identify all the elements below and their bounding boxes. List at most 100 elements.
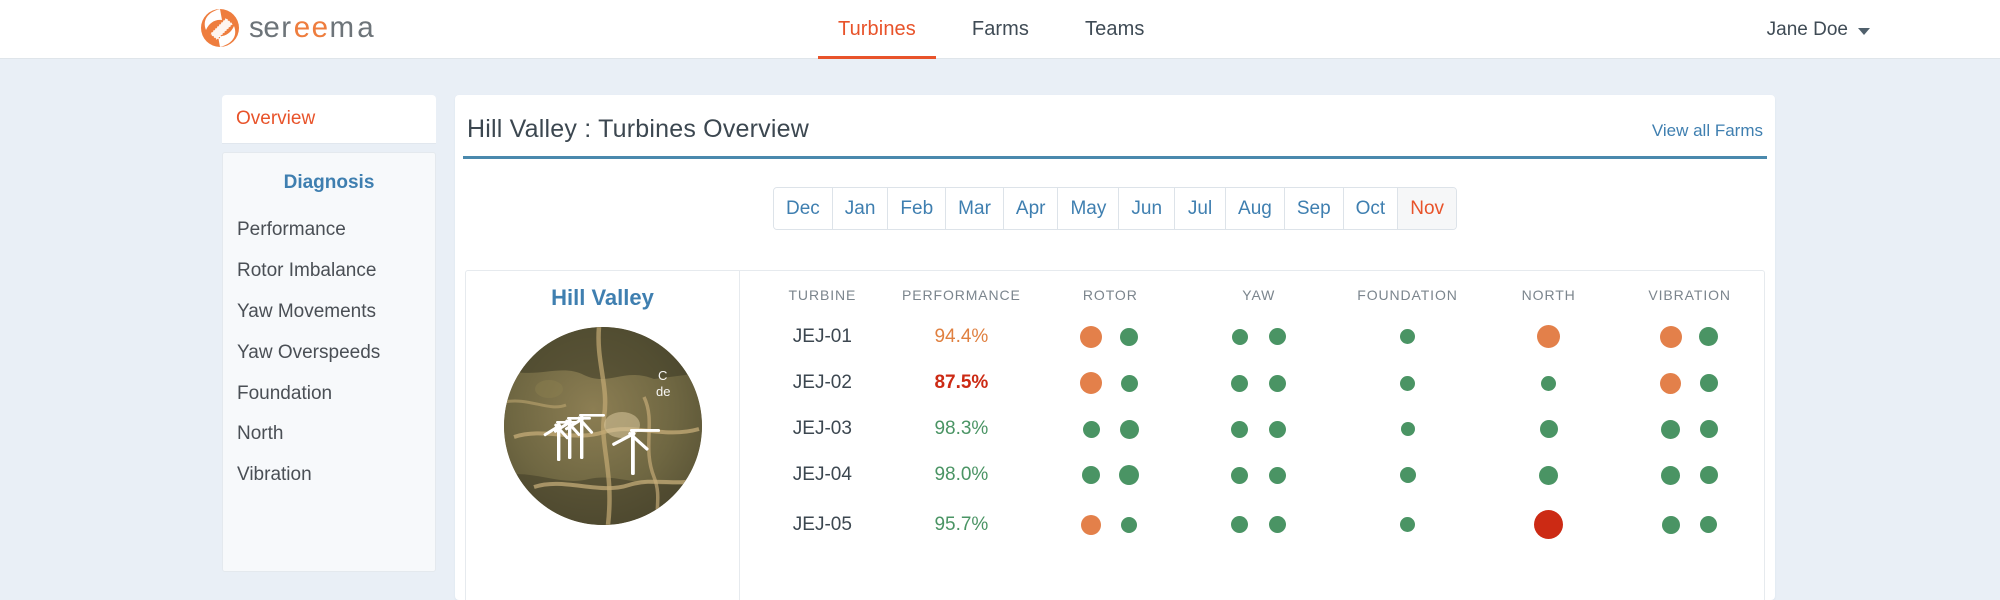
table-row[interactable]: JEJ-01 94.4%	[758, 325, 1764, 372]
table-row[interactable]: JEJ-05 95.7%	[758, 510, 1764, 563]
sidebar-item-performance[interactable]: Performance	[223, 210, 435, 251]
status-dot-orange[interactable]	[1080, 372, 1103, 394]
status-dot-orange[interactable]	[1659, 325, 1682, 348]
status-dot-green[interactable]	[1400, 422, 1415, 436]
status-dot-green[interactable]	[1699, 374, 1718, 392]
user-menu[interactable]: Jane Doe	[1767, 0, 1870, 59]
cell-turbine[interactable]: JEJ-03	[758, 418, 887, 464]
cell-turbine[interactable]: JEJ-05	[758, 510, 887, 563]
status-dot-green[interactable]	[1269, 420, 1287, 438]
month-tab-sep[interactable]: Sep	[1284, 188, 1344, 229]
cell-yaw	[1185, 325, 1333, 372]
view-all-farms-link[interactable]: View all Farms	[1652, 121, 1763, 144]
status-dot-green[interactable]	[1700, 516, 1718, 533]
sidebar-item-rotor-imbalance[interactable]: Rotor Imbalance	[223, 251, 435, 292]
status-dot-green[interactable]	[1082, 420, 1100, 438]
month-tab-dec[interactable]: Dec	[773, 188, 833, 229]
month-tab-jan[interactable]: Jan	[832, 188, 889, 229]
status-dot-group-rotor	[1036, 465, 1184, 485]
status-dot-green[interactable]	[1539, 420, 1558, 438]
nav-item-teams[interactable]: Teams	[1057, 0, 1172, 59]
status-dot-orange[interactable]	[1660, 372, 1682, 394]
farm-name-link[interactable]: Hill Valley	[466, 285, 739, 311]
status-dot-green[interactable]	[1121, 516, 1138, 533]
status-dot-green[interactable]	[1699, 420, 1718, 438]
status-dot-green[interactable]	[1541, 375, 1557, 391]
status-dot-green[interactable]	[1120, 374, 1138, 392]
month-label-jul: Jul	[1187, 197, 1213, 219]
month-tab-may[interactable]: May	[1058, 188, 1120, 229]
status-dot-green[interactable]	[1119, 465, 1140, 485]
column-header-foundation: FOUNDATION	[1357, 287, 1458, 303]
nav-item-farms[interactable]: Farms	[944, 0, 1057, 59]
table-row[interactable]: JEJ-03 98.3%	[758, 418, 1764, 464]
status-dot-slot	[1690, 420, 1728, 438]
month-tab-oct[interactable]: Oct	[1343, 188, 1399, 229]
status-dot-orange[interactable]	[1537, 325, 1561, 348]
status-dot-green[interactable]	[1400, 329, 1415, 344]
month-tab-jul[interactable]: Jul	[1175, 188, 1227, 229]
status-dot-green[interactable]	[1661, 419, 1681, 439]
cell-yaw	[1185, 372, 1333, 418]
cell-turbine[interactable]: JEJ-04	[758, 464, 887, 510]
status-dot-green[interactable]	[1231, 328, 1248, 345]
status-dot-green[interactable]	[1661, 465, 1681, 485]
month-tab-nov[interactable]: Nov	[1398, 188, 1457, 229]
month-tab-jun[interactable]: Jun	[1119, 188, 1176, 229]
status-dot-red[interactable]	[1534, 510, 1564, 539]
status-dot-green[interactable]	[1699, 327, 1719, 346]
status-dot-green[interactable]	[1539, 465, 1559, 485]
sidebar-item-yaw-movements[interactable]: Yaw Movements	[223, 292, 435, 333]
status-dot-slot	[1221, 516, 1259, 533]
user-name: Jane Doe	[1766, 18, 1848, 40]
month-tab-apr[interactable]: Apr	[1003, 188, 1059, 229]
status-dot-orange[interactable]	[1080, 325, 1103, 348]
svg-text:a: a	[357, 11, 374, 44]
sidebar-item-vibration[interactable]: Vibration	[223, 455, 435, 496]
status-dot-green[interactable]	[1400, 375, 1415, 391]
cell-turbine[interactable]: JEJ-01	[758, 325, 887, 372]
status-dot-green[interactable]	[1269, 374, 1287, 392]
status-dot-green[interactable]	[1231, 420, 1249, 438]
status-dot-green[interactable]	[1661, 515, 1680, 534]
status-dot-slot	[1072, 466, 1110, 484]
status-dot-green[interactable]	[1082, 466, 1101, 484]
satellite-map-thumbnail-icon[interactable]: C de	[503, 327, 702, 525]
month-tab-mar[interactable]: Mar	[946, 188, 1004, 229]
sidebar-item-overview[interactable]: Overview	[222, 95, 436, 143]
status-dot-green[interactable]	[1269, 328, 1287, 345]
cell-rotor	[1036, 372, 1184, 418]
status-dot-green[interactable]	[1399, 467, 1416, 483]
table-header-row: TURBINE PERFORMANCE ROTOR YAW FOUNDATION…	[758, 287, 1764, 325]
status-dot-green[interactable]	[1120, 327, 1139, 346]
nav-item-turbines[interactable]: Turbines	[810, 0, 944, 59]
sereema-logo[interactable]: s e r e e m a	[200, 8, 412, 48]
cell-north	[1482, 418, 1615, 464]
status-dot-green[interactable]	[1269, 466, 1287, 484]
svg-text:m: m	[330, 11, 355, 44]
status-dot-green[interactable]	[1231, 516, 1249, 533]
sidebar-item-north[interactable]: North	[223, 414, 435, 455]
status-dot-green[interactable]	[1119, 419, 1139, 439]
table-row[interactable]: JEJ-04 98.0%	[758, 464, 1764, 510]
cell-rotor	[1036, 325, 1184, 372]
status-dot-green[interactable]	[1699, 466, 1718, 484]
performance-value: 94.4%	[934, 325, 989, 347]
table-row[interactable]: JEJ-02 87.5%	[758, 372, 1764, 418]
month-tab-aug[interactable]: Aug	[1226, 188, 1285, 229]
status-dot-green[interactable]	[1231, 466, 1249, 484]
status-dot-green[interactable]	[1231, 374, 1249, 392]
cell-turbine[interactable]: JEJ-02	[758, 372, 887, 418]
sidebar-item-foundation[interactable]: Foundation	[223, 374, 435, 415]
status-dot-orange[interactable]	[1081, 514, 1102, 535]
map-label-1: C	[658, 368, 667, 383]
turbines-table: TURBINE PERFORMANCE ROTOR YAW FOUNDATION…	[758, 287, 1764, 563]
status-dot-green[interactable]	[1269, 516, 1287, 533]
turbines-table-column: TURBINE PERFORMANCE ROTOR YAW FOUNDATION…	[740, 271, 1764, 600]
status-dot-green[interactable]	[1400, 517, 1415, 532]
chevron-down-icon	[1858, 27, 1870, 35]
sidebar-item-yaw-overspeeds[interactable]: Yaw Overspeeds	[223, 333, 435, 374]
column-header-performance: PERFORMANCE	[902, 287, 1021, 303]
month-selector-row: Dec Jan Feb Mar Apr May Jun Jul Aug Sep …	[455, 187, 1775, 230]
month-tab-feb[interactable]: Feb	[888, 188, 947, 229]
